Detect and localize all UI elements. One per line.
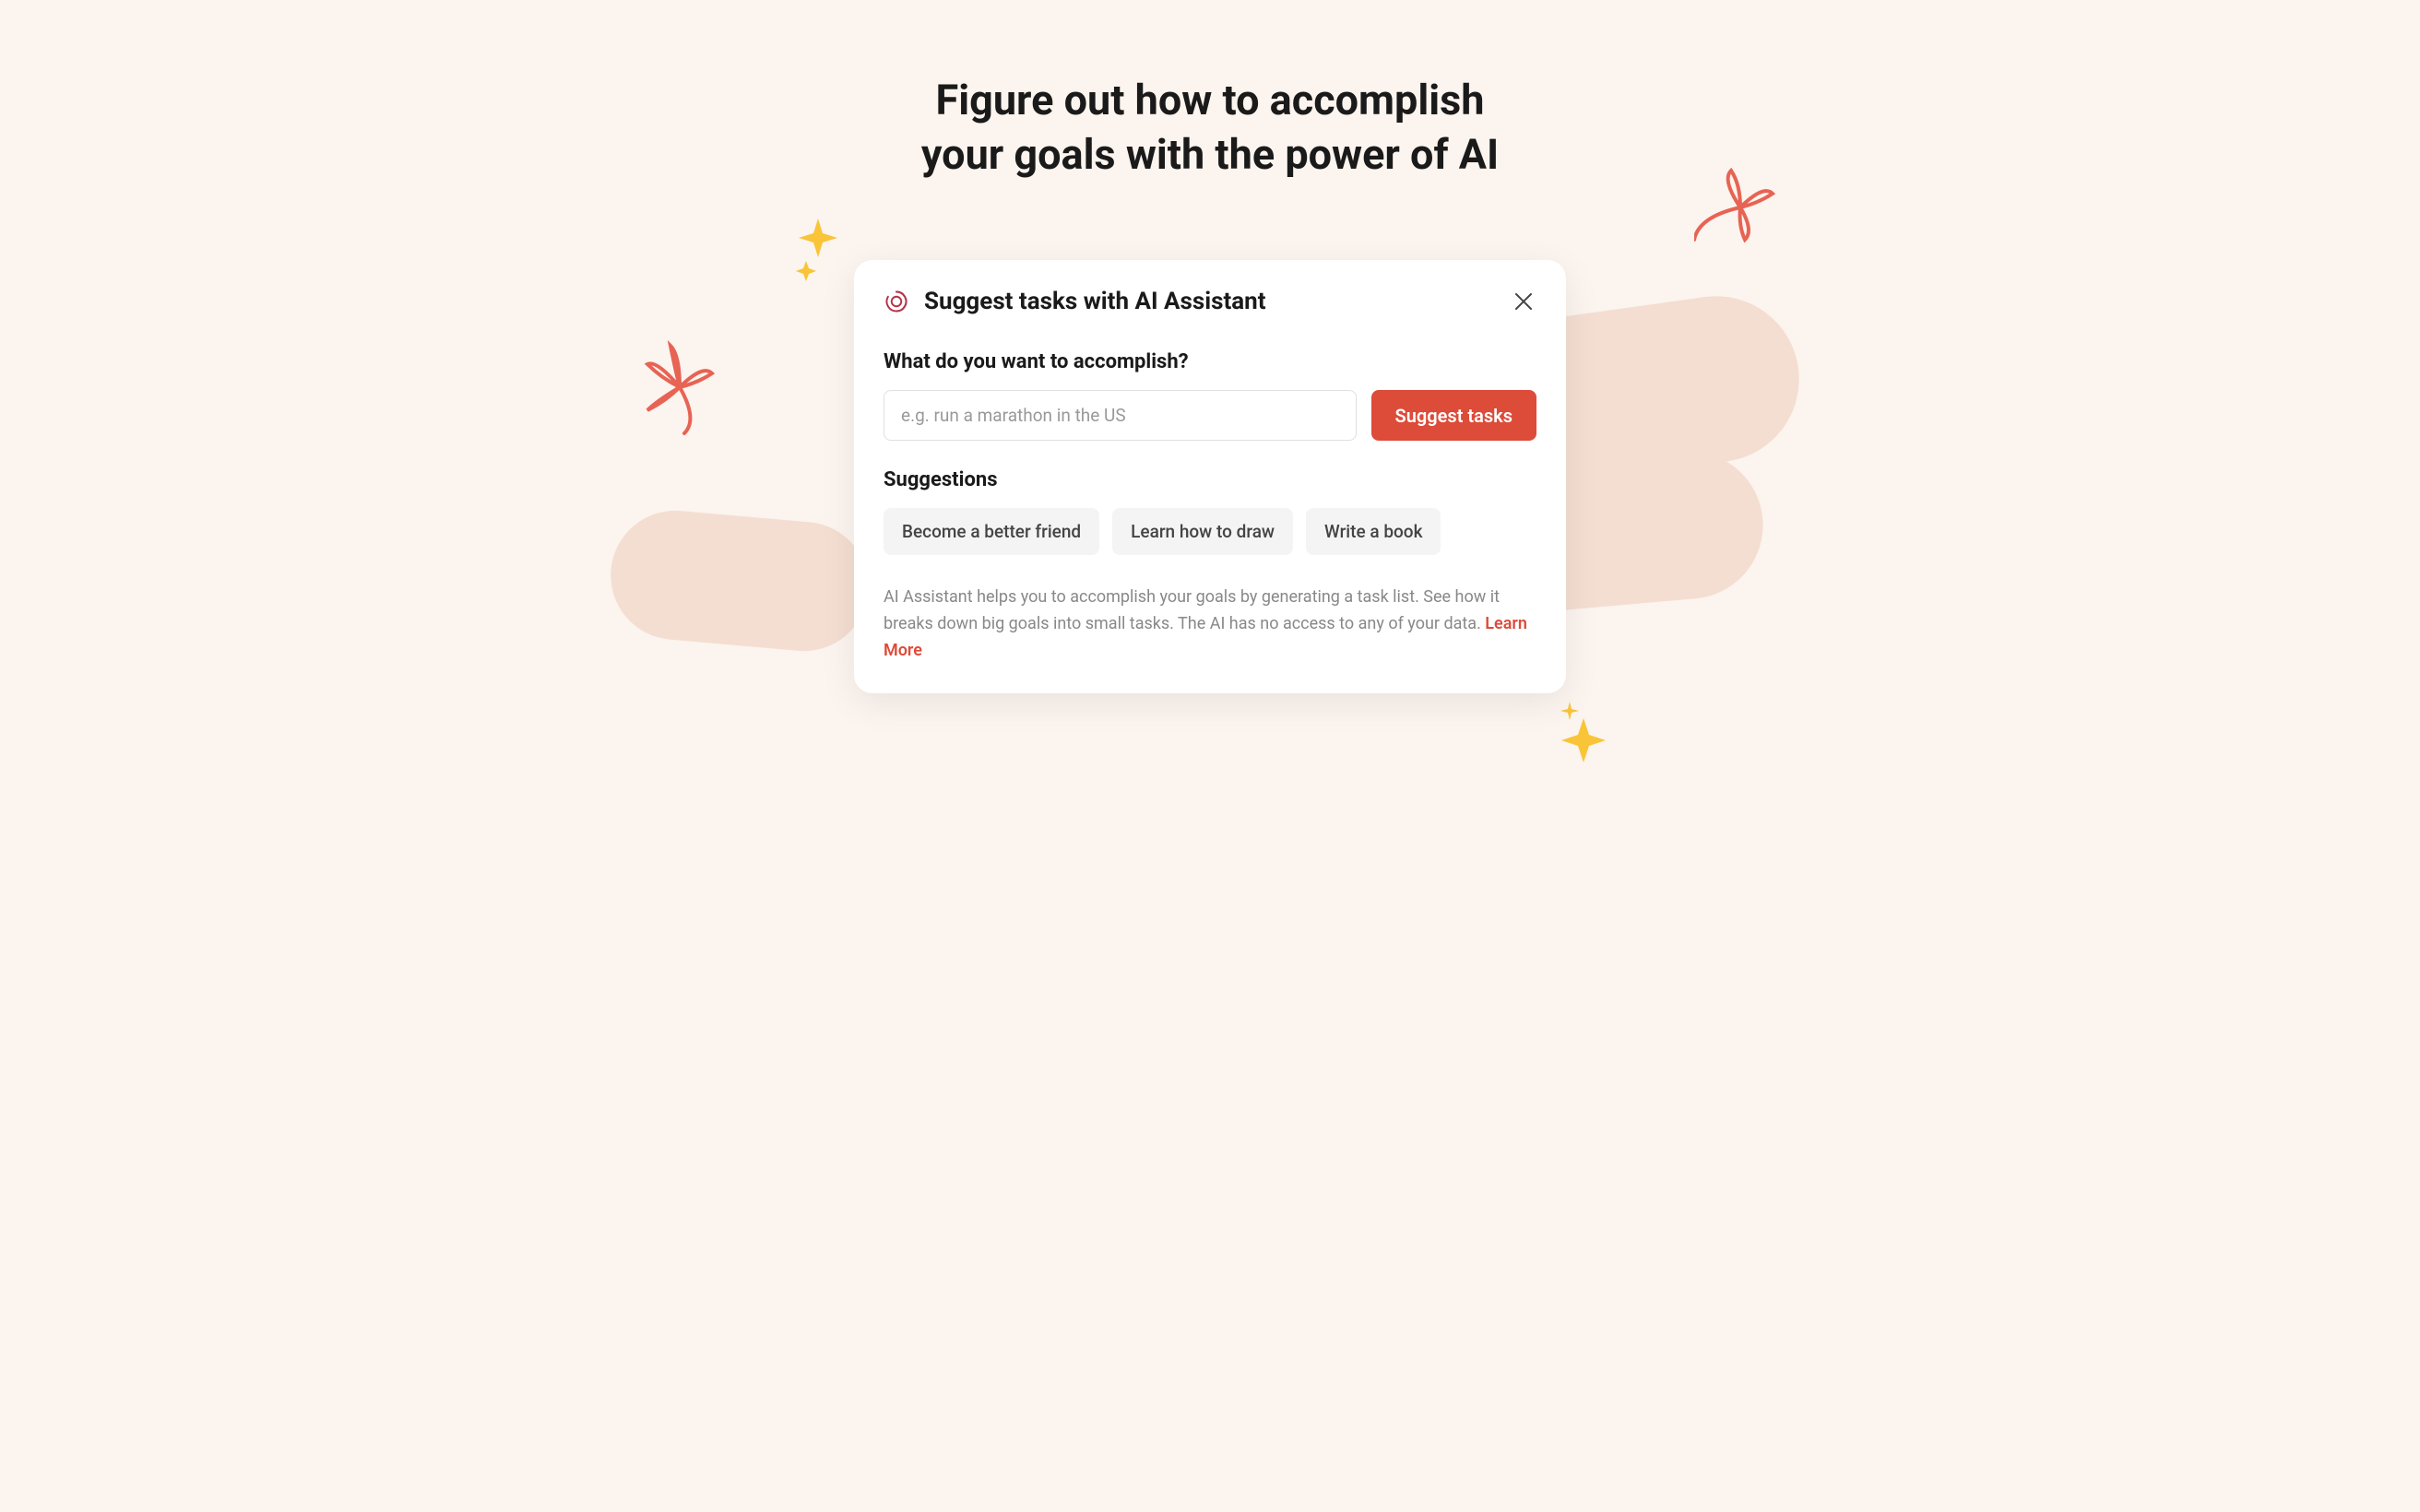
- sparkle-icon: [1551, 702, 1607, 770]
- goal-input[interactable]: [884, 390, 1357, 441]
- close-button[interactable]: [1511, 289, 1536, 314]
- flower-icon: [629, 337, 730, 442]
- suggestion-chip-draw[interactable]: Learn how to draw: [1112, 508, 1293, 555]
- headline-line-1: Figure out how to accomplish: [936, 76, 1485, 124]
- suggestions-label: Suggestions: [884, 468, 1536, 491]
- brush-decoration: [605, 505, 873, 656]
- helper-text-body: AI Assistant helps you to accomplish you…: [884, 587, 1500, 633]
- sparkle-icon: [795, 217, 841, 285]
- helper-text: AI Assistant helps you to accomplish you…: [884, 585, 1536, 664]
- suggestion-chips: Become a better friend Learn how to draw…: [884, 508, 1536, 555]
- input-row: Suggest tasks: [884, 390, 1536, 441]
- headline-line-2: your goals with the power of AI: [921, 130, 1499, 179]
- modal-header: Suggest tasks with AI Assistant: [884, 288, 1536, 315]
- ai-logo-icon: [884, 289, 909, 314]
- modal-title-group: Suggest tasks with AI Assistant: [884, 288, 1266, 315]
- prompt-label: What do you want to accomplish?: [884, 350, 1536, 373]
- suggestion-chip-friend[interactable]: Become a better friend: [884, 508, 1099, 555]
- modal-title: Suggest tasks with AI Assistant: [924, 288, 1266, 315]
- page-headline: Figure out how to accomplish your goals …: [564, 0, 1856, 182]
- suggest-tasks-button[interactable]: Suggest tasks: [1371, 390, 1536, 441]
- ai-assistant-modal: Suggest tasks with AI Assistant What do …: [854, 260, 1566, 693]
- suggestion-chip-book[interactable]: Write a book: [1306, 508, 1441, 555]
- close-icon: [1513, 291, 1534, 312]
